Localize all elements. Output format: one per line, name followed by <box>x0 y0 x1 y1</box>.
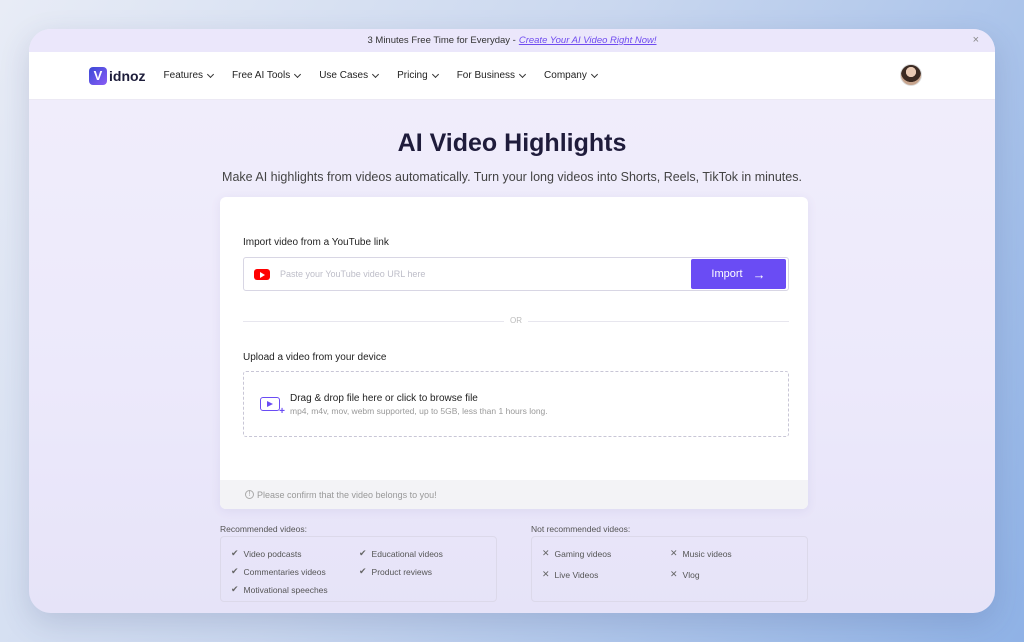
avatar[interactable] <box>900 64 922 86</box>
nav-item-company[interactable]: Company <box>544 70 598 81</box>
chevron-down-icon <box>431 70 439 78</box>
check-icon: ✔ <box>231 548 239 558</box>
nav-item-label: Features <box>163 70 204 81</box>
recommended-title: Recommended videos: <box>220 524 307 534</box>
list-item-label: Product reviews <box>371 566 433 577</box>
announcement-bar: 3 Minutes Free Time for Everyday - Creat… <box>29 29 995 52</box>
confirm-notice: ! Please confirm that the video belongs … <box>220 480 808 509</box>
arrow-right-icon: → <box>752 266 766 282</box>
logo[interactable]: V idnoz <box>89 66 146 85</box>
or-separator: OR <box>504 316 528 325</box>
x-icon: ✕ <box>542 569 550 579</box>
list-item: ✔ Educational videos <box>359 548 443 559</box>
chevron-down-icon <box>206 70 215 78</box>
dropzone-subtitle: mp4, m4v, mov, webm supported, up to 5GB… <box>290 405 548 416</box>
check-icon: ✔ <box>359 548 367 558</box>
announcement-link[interactable]: Create Your AI Video Right Now! <box>519 35 657 46</box>
nav-item-label: Company <box>544 70 587 81</box>
chevron-down-icon <box>372 70 380 78</box>
nav-item-label: Use Cases <box>319 70 369 81</box>
list-item-label: Music videos <box>682 548 732 559</box>
list-item: ✕ Music videos <box>670 548 732 559</box>
file-dropzone[interactable]: + Drag & drop file here or click to brow… <box>243 371 789 437</box>
announcement-prefix: 3 Minutes <box>367 35 409 46</box>
nav-item-pricing[interactable]: Pricing <box>397 70 439 81</box>
nav-item-label: Pricing <box>397 70 428 81</box>
announcement-bold: Free Time for Everyday - <box>411 35 516 46</box>
list-item: ✕ Vlog <box>670 569 700 580</box>
chevron-down-icon <box>294 70 302 78</box>
page-subtitle: Make AI highlights from videos automatic… <box>222 170 802 184</box>
close-icon[interactable]: × <box>973 34 979 46</box>
x-icon: ✕ <box>670 569 678 579</box>
chevron-down-icon <box>590 70 598 78</box>
video-upload-icon: + <box>260 397 285 417</box>
top-nav: V idnoz Features Free AI Tools Use Cases… <box>29 52 995 100</box>
list-item-label: Video podcasts <box>243 548 302 559</box>
list-item-label: Gaming videos <box>554 548 612 559</box>
list-item: ✕ Live Videos <box>542 569 598 580</box>
list-item-label: Vlog <box>682 569 700 580</box>
list-item: ✔ Video podcasts <box>231 548 302 559</box>
youtube-url-input[interactable] <box>280 269 691 279</box>
nav-item-label: For Business <box>456 70 516 81</box>
page-title: AI Video Highlights <box>397 129 627 157</box>
list-item-label: Educational videos <box>371 548 443 559</box>
nav-item-for-business[interactable]: For Business <box>456 70 527 81</box>
list-item-label: Commentaries videos <box>243 566 326 577</box>
upload-label: Upload a video from your device <box>243 352 387 363</box>
confirm-text: Please confirm that the video belongs to… <box>257 489 437 500</box>
x-icon: ✕ <box>670 548 678 558</box>
list-item: ✕ Gaming videos <box>542 548 611 559</box>
logo-icon: V <box>89 66 107 85</box>
list-item: ✔ Motivational speeches <box>231 584 328 595</box>
list-item-label: Live Videos <box>554 569 599 580</box>
dropzone-title: Drag & drop file here or click to browse… <box>290 392 478 404</box>
import-label: Import video from a YouTube link <box>243 237 389 248</box>
youtube-icon <box>254 268 270 280</box>
logo-text: idnoz <box>109 67 146 84</box>
upload-card: Import video from a YouTube link Import … <box>220 197 808 509</box>
info-icon: ! <box>245 490 254 499</box>
check-icon: ✔ <box>231 584 239 594</box>
url-field: Import → <box>243 257 789 291</box>
import-button[interactable]: Import → <box>691 259 786 289</box>
nav-item-use-cases[interactable]: Use Cases <box>319 70 380 81</box>
x-icon: ✕ <box>542 548 550 558</box>
nav-item-label: Free AI Tools <box>232 70 291 81</box>
nav-item-free-ai-tools[interactable]: Free AI Tools <box>232 70 302 81</box>
browser-window: 3 Minutes Free Time for Everyday - Creat… <box>29 29 995 613</box>
nav-item-features[interactable]: Features <box>163 70 215 81</box>
list-item: ✔ Product reviews <box>359 566 432 577</box>
not-recommended-box: ✕ Gaming videos ✕ Music videos ✕ Live Video… <box>531 536 808 602</box>
recommended-box: ✔ Video podcasts ✔ Educational videos ✔ Com… <box>220 536 497 602</box>
list-item-label: Motivational speeches <box>243 584 328 595</box>
check-icon: ✔ <box>231 566 239 576</box>
chevron-down-icon <box>519 70 527 78</box>
list-item: ✔ Commentaries videos <box>231 566 326 577</box>
import-button-label: Import <box>711 268 743 280</box>
not-recommended-title: Not recommended videos: <box>531 524 631 534</box>
check-icon: ✔ <box>359 566 367 576</box>
